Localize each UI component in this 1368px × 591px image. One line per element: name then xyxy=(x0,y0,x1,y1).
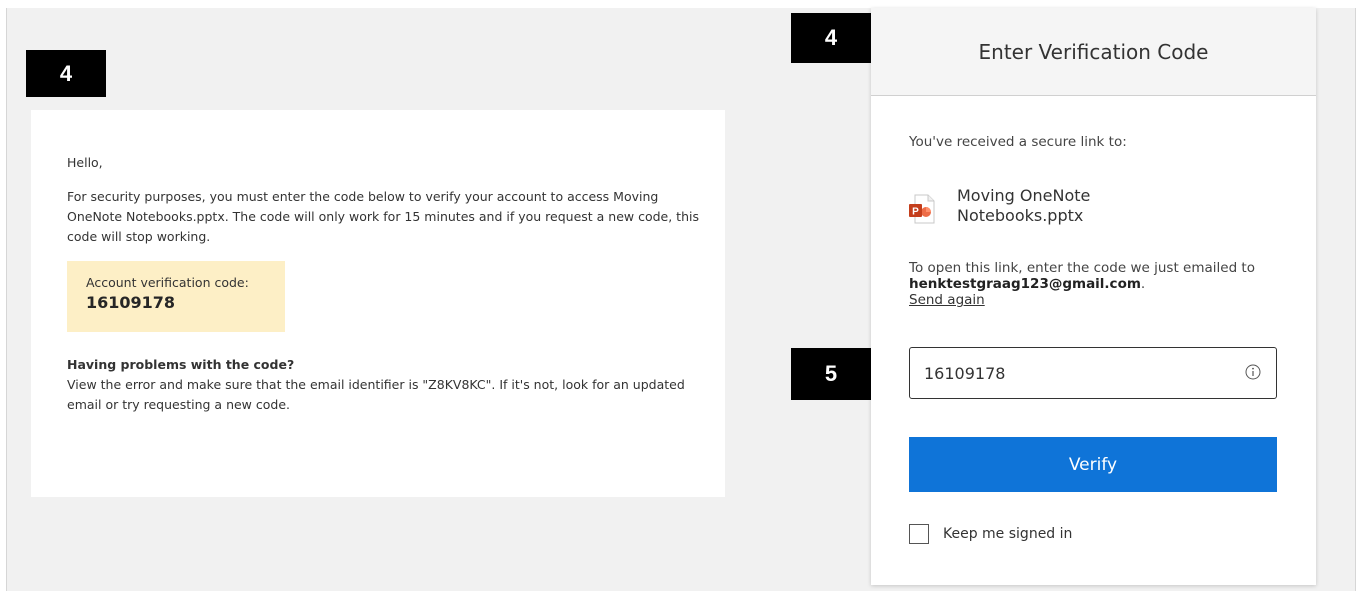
shared-file: P Moving OneNote Notebooks.pptx xyxy=(909,186,1157,226)
screenshot-stage: 4 4 5 Hello, For security purposes, you … xyxy=(0,0,1368,591)
email-message: Hello, For security purposes, you must e… xyxy=(31,110,725,497)
step-badge-input: 5 xyxy=(791,348,871,400)
verification-dialog: Enter Verification Code You've received … xyxy=(871,8,1316,585)
instructions-text: To open this link, enter the code we jus… xyxy=(909,260,1279,308)
keep-signed-in-checkbox[interactable] xyxy=(909,524,929,544)
verification-code-box: Account verification code: 16109178 xyxy=(67,261,285,332)
info-icon[interactable] xyxy=(1245,364,1261,380)
powerpoint-file-icon: P xyxy=(909,194,935,224)
email-content: Hello, For security purposes, you must e… xyxy=(67,153,707,415)
instructions-prefix: To open this link, enter the code we jus… xyxy=(909,260,1255,276)
verification-code-value: 16109178 xyxy=(86,293,176,312)
email-body: For security purposes, you must enter th… xyxy=(67,189,699,244)
received-link-text: You've received a secure link to: xyxy=(909,134,1127,150)
send-again-link[interactable]: Send again xyxy=(909,292,985,308)
recipient-email: henktestgraag123@gmail.com xyxy=(909,276,1141,292)
dialog-title: Enter Verification Code xyxy=(871,8,1316,96)
email-greeting: Hello, xyxy=(67,155,103,170)
keep-signed-in-label[interactable]: Keep me signed in xyxy=(943,526,1072,542)
problem-heading: Having problems with the code? xyxy=(67,357,295,372)
problem-text: View the error and make sure that the em… xyxy=(67,377,685,412)
code-input-field[interactable] xyxy=(909,347,1277,399)
instructions-suffix: . xyxy=(1140,276,1146,292)
step-badge-dialog: 4 xyxy=(791,13,871,63)
step-badge-email: 4 xyxy=(26,50,106,97)
code-input[interactable] xyxy=(924,360,1224,386)
verification-code-label: Account verification code: xyxy=(86,275,249,290)
keep-signed-in[interactable]: Keep me signed in xyxy=(909,524,1072,544)
file-name[interactable]: Moving OneNote Notebooks.pptx xyxy=(957,186,1157,226)
svg-text:P: P xyxy=(912,207,919,218)
verify-button[interactable]: Verify xyxy=(909,437,1277,492)
